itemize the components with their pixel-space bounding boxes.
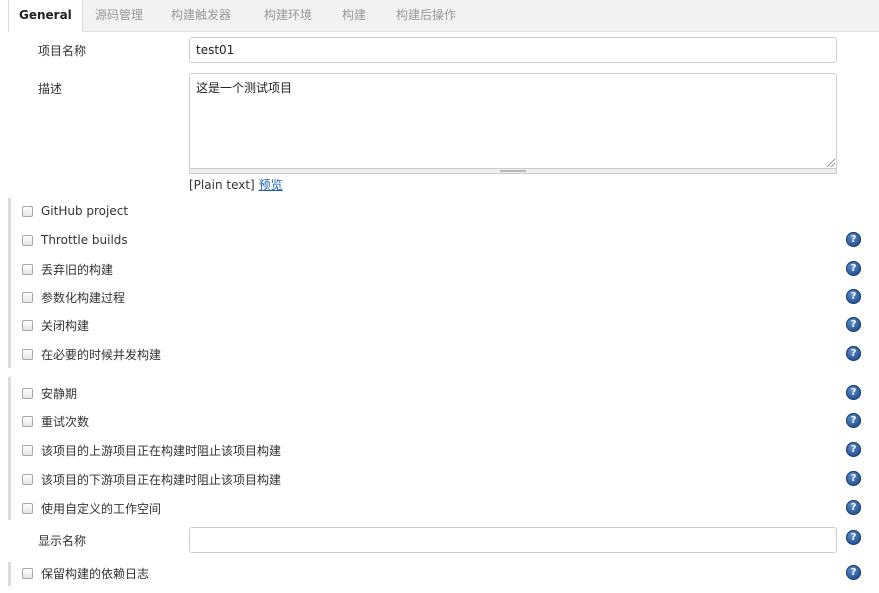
help-icon[interactable]: ? (846, 346, 861, 361)
option-concurrent-builds[interactable]: 在必要的时候并发构建 (22, 345, 161, 363)
tab-build-triggers[interactable]: 构建触发器 (171, 0, 231, 31)
help-icon[interactable]: ? (846, 289, 861, 304)
checkbox[interactable] (22, 234, 33, 246)
checkbox[interactable] (22, 473, 33, 485)
option-keep-dependency-log[interactable]: 保留构建的依赖日志 (22, 564, 149, 582)
checkbox[interactable] (22, 348, 33, 360)
option-label: 丢弃旧的构建 (41, 262, 114, 277)
tab-build[interactable]: 构建 (342, 0, 366, 31)
option-label: 参数化构建过程 (41, 290, 126, 305)
tab-source-code-management[interactable]: 源码管理 (95, 0, 143, 31)
option-label: 安静期 (41, 386, 78, 401)
help-icon[interactable]: ? (846, 385, 861, 400)
section-bracket (8, 198, 11, 368)
option-label: 使用自定义的工作空间 (41, 501, 162, 516)
description-format-hint: [Plain text] 预览 (189, 176, 283, 193)
drag-handle-icon (500, 170, 526, 172)
section-bracket (8, 562, 11, 586)
option-label: 保留构建的依赖日志 (41, 566, 150, 581)
plain-text-label: [Plain text] (189, 178, 255, 192)
option-block-when-upstream-building[interactable]: 该项目的上游项目正在构建时阻止该项目构建 (22, 441, 281, 459)
config-tab-bar: General 源码管理 构建触发器 构建环境 构建 构建后操作 (8, 0, 879, 32)
project-name-label: 项目名称 (38, 44, 87, 58)
display-name-input[interactable] (189, 527, 837, 553)
option-custom-workspace[interactable]: 使用自定义的工作空间 (22, 499, 161, 517)
help-icon[interactable]: ? (846, 530, 861, 545)
checkbox[interactable] (22, 387, 33, 399)
option-label: 在必要的时候并发构建 (41, 347, 162, 362)
help-icon[interactable]: ? (846, 471, 861, 486)
help-icon[interactable]: ? (846, 261, 861, 276)
option-retry-count[interactable]: 重试次数 (22, 412, 89, 430)
help-icon[interactable]: ? (846, 565, 861, 580)
description-textarea[interactable]: 这是一个测试项目 (189, 73, 837, 169)
checkbox[interactable] (22, 415, 33, 427)
help-icon[interactable]: ? (846, 232, 861, 247)
option-block-when-downstream-building[interactable]: 该项目的下游项目正在构建时阻止该项目构建 (22, 470, 281, 488)
tab-build-environment[interactable]: 构建环境 (264, 0, 312, 31)
help-icon[interactable]: ? (846, 442, 861, 457)
description-label: 描述 (38, 82, 63, 96)
option-discard-old-builds[interactable]: 丢弃旧的构建 (22, 260, 113, 278)
checkbox[interactable] (22, 263, 33, 275)
checkbox[interactable] (22, 291, 33, 303)
tab-post-build-actions[interactable]: 构建后操作 (396, 0, 456, 31)
option-disable-build[interactable]: 关闭构建 (22, 316, 89, 334)
help-icon[interactable]: ? (846, 317, 861, 332)
option-github-project[interactable]: GitHub project (22, 202, 128, 220)
checkbox[interactable] (22, 444, 33, 456)
checkbox[interactable] (22, 205, 33, 217)
project-name-input[interactable] (189, 37, 837, 63)
section-bracket (8, 377, 11, 520)
option-label: 关闭构建 (41, 318, 90, 333)
option-label: 重试次数 (41, 414, 90, 429)
checkbox[interactable] (22, 567, 33, 579)
option-label: GitHub project (41, 204, 129, 218)
display-name-label: 显示名称 (38, 534, 87, 548)
option-quiet-period[interactable]: 安静期 (22, 384, 77, 402)
help-icon[interactable]: ? (846, 413, 861, 428)
option-label: Throttle builds (41, 233, 128, 247)
option-label: 该项目的上游项目正在构建时阻止该项目构建 (41, 443, 282, 458)
option-parameterized-build[interactable]: 参数化构建过程 (22, 288, 125, 306)
resize-grip-icon[interactable] (827, 159, 835, 167)
option-throttle-builds[interactable]: Throttle builds (22, 231, 128, 249)
tab-general[interactable]: General (8, 0, 83, 32)
help-icon[interactable]: ? (846, 500, 861, 515)
textarea-resize-bar[interactable] (189, 169, 837, 174)
checkbox[interactable] (22, 319, 33, 331)
checkbox[interactable] (22, 502, 33, 514)
preview-link[interactable]: 预览 (259, 178, 283, 192)
option-label: 该项目的下游项目正在构建时阻止该项目构建 (41, 472, 282, 487)
